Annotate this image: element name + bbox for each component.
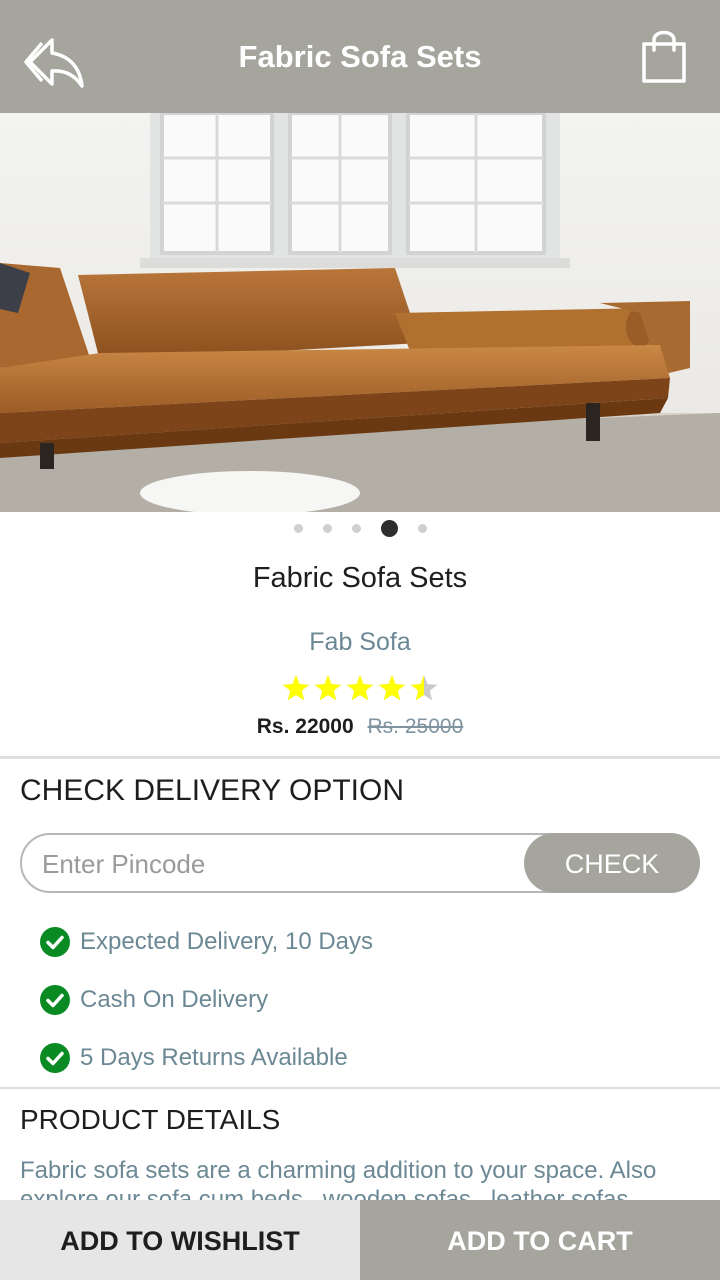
delivery-feature-label: 5 Days Returns Available [80,1044,348,1071]
carousel-dot[interactable] [322,524,332,534]
rating-star-filled [282,675,310,701]
check-circle-icon [40,985,70,1015]
current-price: Rs. 22000 [256,715,354,738]
original-price: Rs. 25000 [367,715,464,738]
check-button[interactable]: CHECK [524,833,700,893]
carousel-dot[interactable] [351,524,361,534]
bottom-action-bar: ADD TO WISHLIST ADD TO CART [0,1200,720,1280]
carousel-dot[interactable] [293,524,303,534]
delivery-feature-label: Expected Delivery, 10 Days [80,928,374,955]
shopping-bag-icon[interactable] [640,28,688,84]
carousel-indicator [0,520,720,544]
product-brand[interactable]: Fab Sofa [0,628,720,657]
app-header: Fabric Sofa Sets [0,0,720,113]
check-circle-icon [40,927,70,957]
product-image-carousel[interactable] [0,113,720,512]
star-rating [0,669,720,709]
add-to-wishlist-button[interactable]: ADD TO WISHLIST [0,1200,360,1280]
leather-sofa-photo [0,113,720,512]
delivery-feature-label: Cash On Delivery [80,986,269,1013]
product-details-heading: PRODUCT DETAILS [20,1104,281,1135]
carousel-dot-active[interactable] [380,520,398,538]
check-circle-icon [40,1043,70,1073]
divider [0,756,720,759]
rating-star-filled [314,675,342,701]
price-row: Rs. 22000 Rs. 25000 [0,715,720,739]
product-name: Fabric Sofa Sets [252,562,468,594]
page-title: Fabric Sofa Sets [238,39,482,74]
rating-star-filled [346,675,374,701]
delivery-heading: CHECK DELIVERY OPTION [20,774,404,807]
pincode-input[interactable] [40,841,524,887]
product-details-text: Fabric sofa sets are a charming addition… [20,1157,657,1200]
divider [0,1087,720,1089]
carousel-dot[interactable] [417,524,427,534]
add-to-cart-button[interactable]: ADD TO CART [360,1200,720,1280]
rating-star-filled [378,675,406,701]
